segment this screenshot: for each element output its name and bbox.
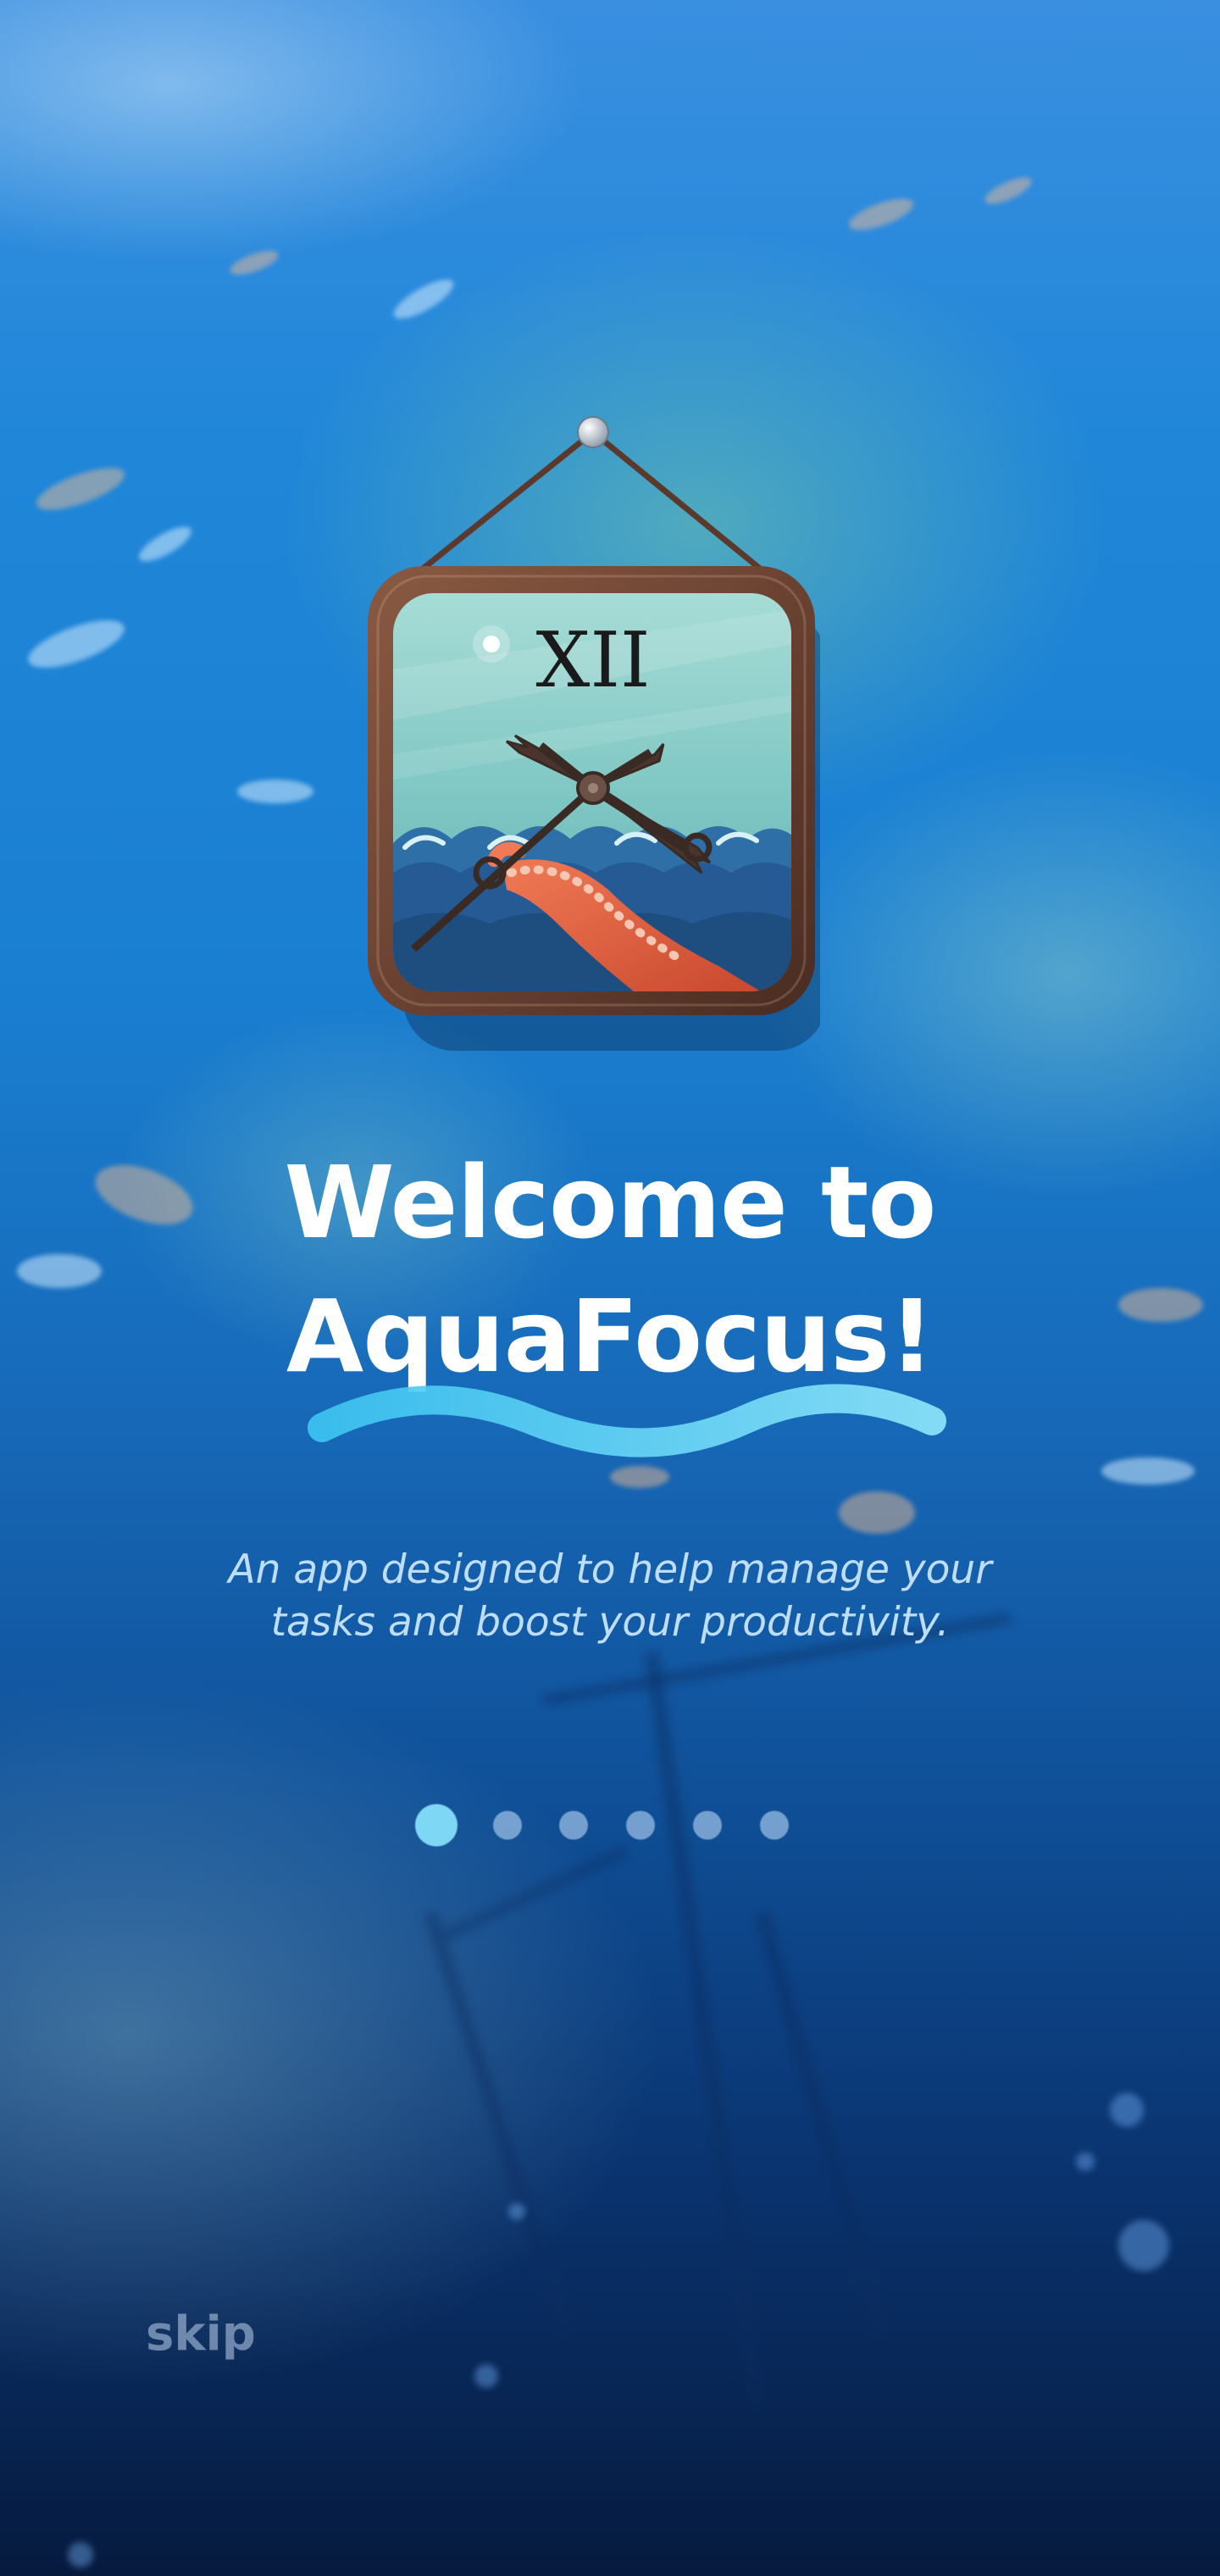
skip-button[interactable]: skip [146,2307,256,2362]
wave-underline [308,1384,946,1457]
page-dot-5[interactable] [693,1811,722,1840]
page-dot-2[interactable] [493,1811,522,1840]
welcome-subtitle: An app designed to help manage your task… [152,1544,1068,1649]
clock-frame-icon: XII [368,416,820,1051]
page-dot-1[interactable] [415,1804,458,1846]
welcome-subtitle-line1: An app designed to help manage your [228,1546,992,1593]
clock-numeral: XII [535,616,650,705]
welcome-subtitle-line2: tasks and boost your productivity. [270,1599,950,1646]
page-dot-6[interactable] [760,1811,789,1840]
onboarding-screen: XII Welcome to AquaFocus! An app designe… [0,0,1220,2576]
page-indicator [415,1801,805,1846]
welcome-title-line1: Welcome to [284,1144,937,1261]
page-dot-3[interactable] [559,1811,588,1840]
page-dot-4[interactable] [626,1811,655,1840]
